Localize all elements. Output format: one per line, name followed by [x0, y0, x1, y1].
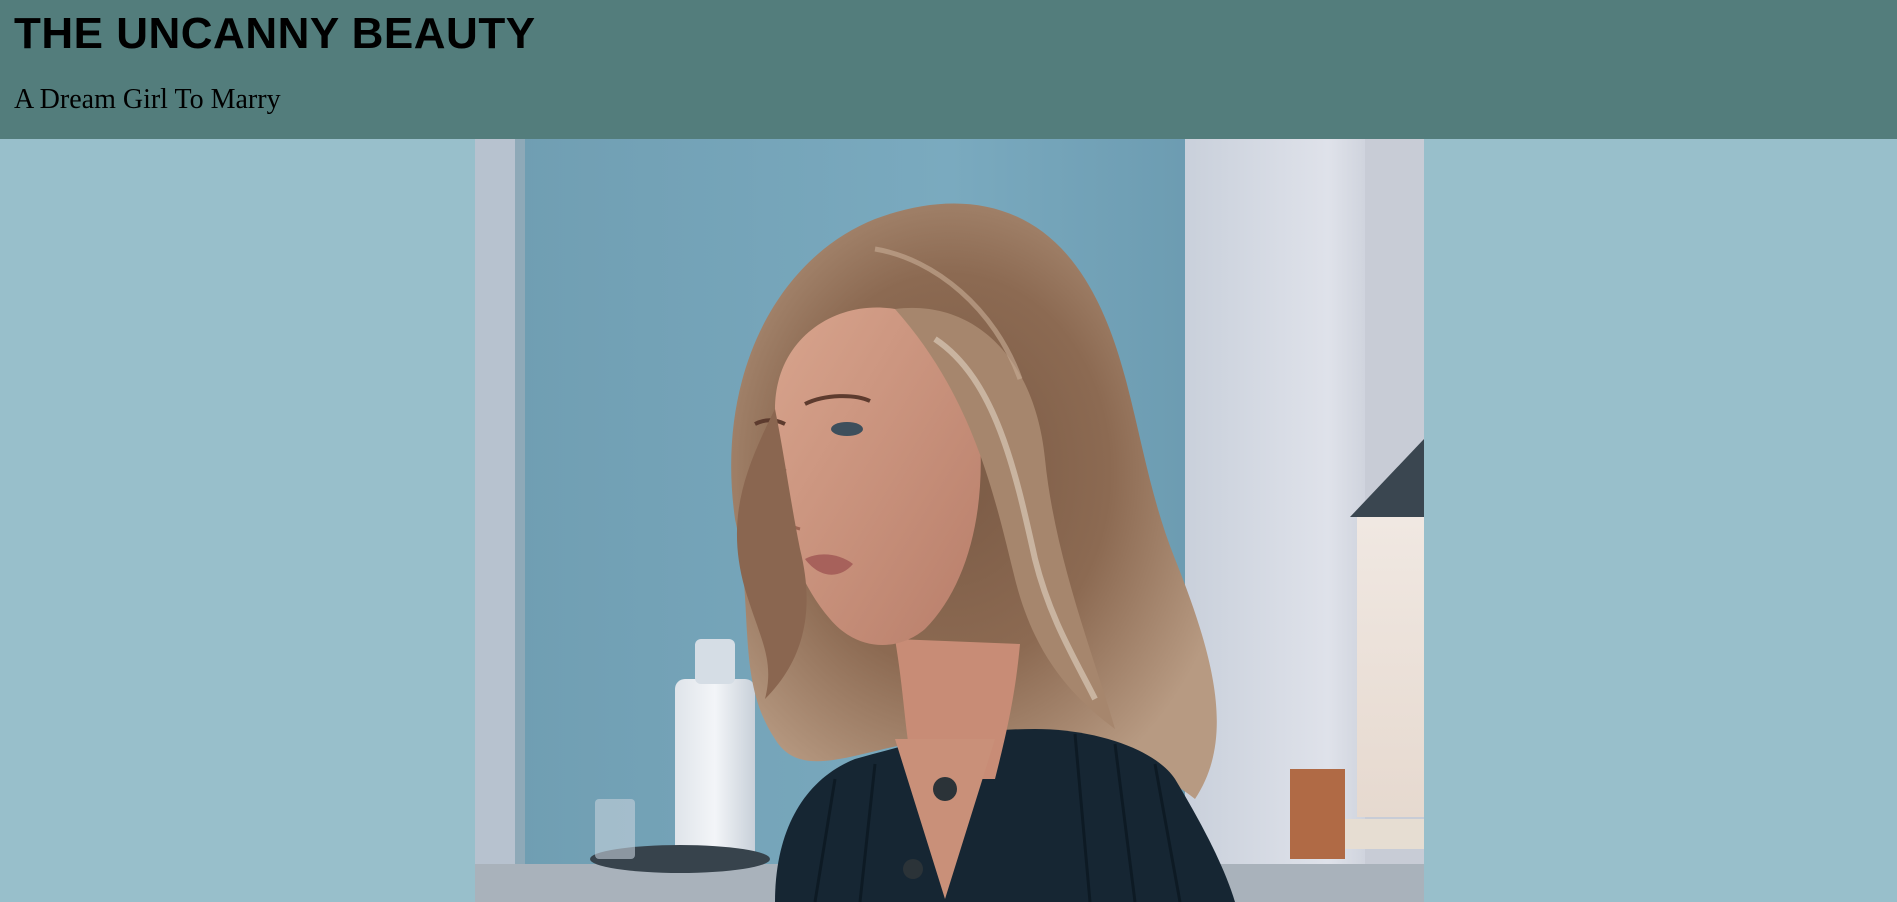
page-subtitle: A Dream Girl To Marry	[14, 84, 281, 115]
page-title: THE UNCANNY BEAUTY	[14, 9, 536, 58]
portrait-photo	[475, 139, 1424, 902]
site-header: THE UNCANNY BEAUTY A Dream Girl To Marry	[0, 0, 1897, 139]
